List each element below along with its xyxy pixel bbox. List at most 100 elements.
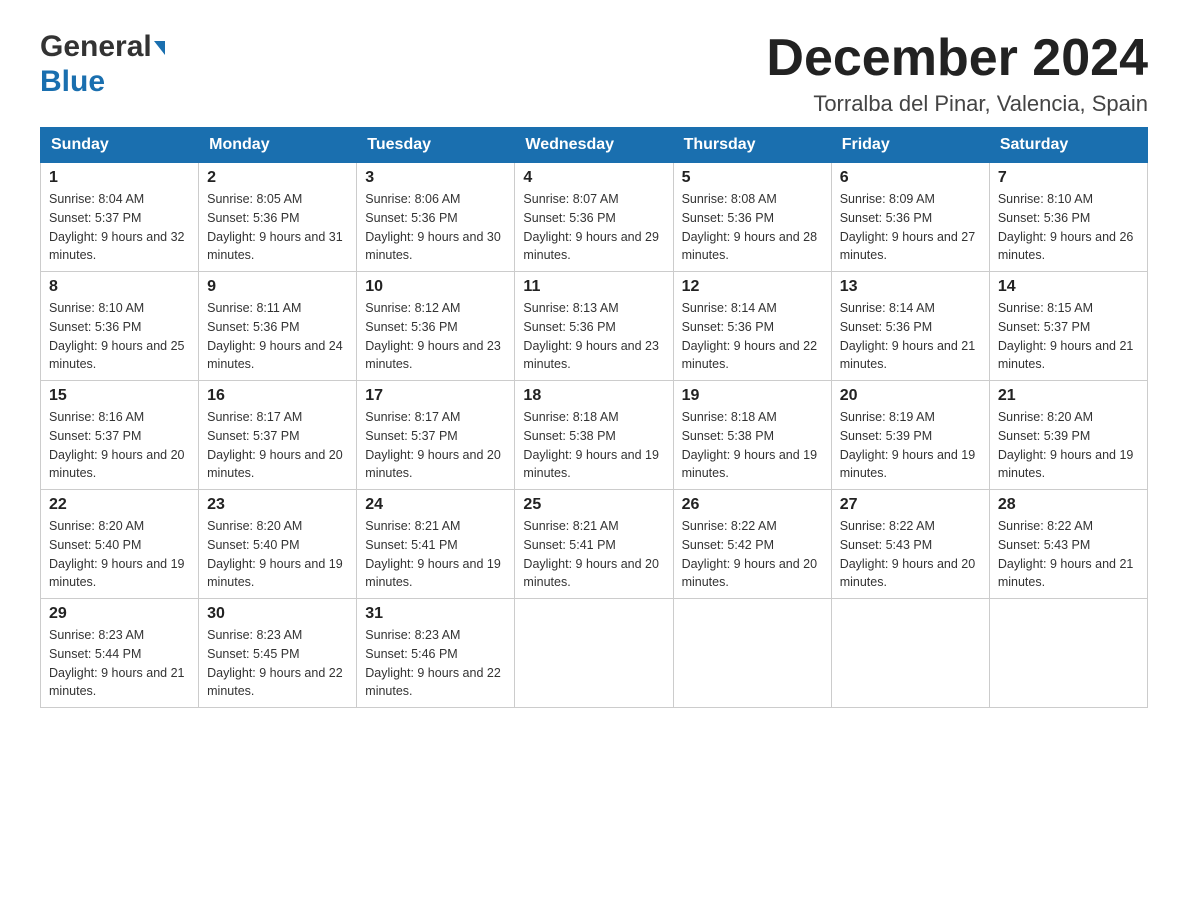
table-row: 8 Sunrise: 8:10 AM Sunset: 5:36 PM Dayli… xyxy=(41,272,199,381)
sunrise-label: Sunrise: 8:22 AM xyxy=(840,519,935,533)
sunset-label: Sunset: 5:39 PM xyxy=(840,429,932,443)
day-info: Sunrise: 8:04 AM Sunset: 5:37 PM Dayligh… xyxy=(49,190,190,265)
sunrise-label: Sunrise: 8:13 AM xyxy=(523,301,618,315)
day-number: 7 xyxy=(998,169,1139,187)
table-row: 9 Sunrise: 8:11 AM Sunset: 5:36 PM Dayli… xyxy=(199,272,357,381)
table-row: 10 Sunrise: 8:12 AM Sunset: 5:36 PM Dayl… xyxy=(357,272,515,381)
day-info: Sunrise: 8:17 AM Sunset: 5:37 PM Dayligh… xyxy=(365,408,506,483)
location-subtitle: Torralba del Pinar, Valencia, Spain xyxy=(766,91,1148,117)
sunset-label: Sunset: 5:37 PM xyxy=(365,429,457,443)
day-number: 27 xyxy=(840,496,981,514)
day-info: Sunrise: 8:23 AM Sunset: 5:45 PM Dayligh… xyxy=(207,626,348,701)
logo-general: General xyxy=(40,30,152,65)
day-number: 22 xyxy=(49,496,190,514)
day-number: 13 xyxy=(840,278,981,296)
day-info: Sunrise: 8:20 AM Sunset: 5:39 PM Dayligh… xyxy=(998,408,1139,483)
sunset-label: Sunset: 5:36 PM xyxy=(365,320,457,334)
sunrise-label: Sunrise: 8:22 AM xyxy=(998,519,1093,533)
day-number: 28 xyxy=(998,496,1139,514)
sunrise-label: Sunrise: 8:23 AM xyxy=(365,628,460,642)
table-row: 3 Sunrise: 8:06 AM Sunset: 5:36 PM Dayli… xyxy=(357,163,515,272)
sunrise-label: Sunrise: 8:18 AM xyxy=(523,410,618,424)
sunset-label: Sunset: 5:36 PM xyxy=(840,211,932,225)
sunset-label: Sunset: 5:36 PM xyxy=(682,211,774,225)
day-info: Sunrise: 8:07 AM Sunset: 5:36 PM Dayligh… xyxy=(523,190,664,265)
sunrise-label: Sunrise: 8:22 AM xyxy=(682,519,777,533)
daylight-label: Daylight: 9 hours and 21 minutes. xyxy=(840,339,976,372)
sunset-label: Sunset: 5:37 PM xyxy=(49,429,141,443)
sunrise-label: Sunrise: 8:05 AM xyxy=(207,192,302,206)
sunset-label: Sunset: 5:38 PM xyxy=(523,429,615,443)
sunrise-label: Sunrise: 8:23 AM xyxy=(207,628,302,642)
day-info: Sunrise: 8:13 AM Sunset: 5:36 PM Dayligh… xyxy=(523,299,664,374)
table-row: 26 Sunrise: 8:22 AM Sunset: 5:42 PM Dayl… xyxy=(673,490,831,599)
sunset-label: Sunset: 5:36 PM xyxy=(49,320,141,334)
sunrise-label: Sunrise: 8:08 AM xyxy=(682,192,777,206)
day-number: 9 xyxy=(207,278,348,296)
day-number: 14 xyxy=(998,278,1139,296)
sunset-label: Sunset: 5:45 PM xyxy=(207,647,299,661)
day-number: 1 xyxy=(49,169,190,187)
day-number: 18 xyxy=(523,387,664,405)
sunset-label: Sunset: 5:36 PM xyxy=(682,320,774,334)
day-number: 24 xyxy=(365,496,506,514)
sunset-label: Sunset: 5:41 PM xyxy=(523,538,615,552)
calendar-week-row: 22 Sunrise: 8:20 AM Sunset: 5:40 PM Dayl… xyxy=(41,490,1148,599)
sunrise-label: Sunrise: 8:16 AM xyxy=(49,410,144,424)
day-info: Sunrise: 8:18 AM Sunset: 5:38 PM Dayligh… xyxy=(682,408,823,483)
table-row xyxy=(515,599,673,708)
daylight-label: Daylight: 9 hours and 19 minutes. xyxy=(840,448,976,481)
day-info: Sunrise: 8:06 AM Sunset: 5:36 PM Dayligh… xyxy=(365,190,506,265)
daylight-label: Daylight: 9 hours and 20 minutes. xyxy=(207,448,343,481)
table-row: 5 Sunrise: 8:08 AM Sunset: 5:36 PM Dayli… xyxy=(673,163,831,272)
logo-triangle-icon xyxy=(154,41,165,55)
logo: General Blue xyxy=(40,30,165,99)
day-number: 6 xyxy=(840,169,981,187)
sunrise-label: Sunrise: 8:21 AM xyxy=(365,519,460,533)
calendar-header-row: Sunday Monday Tuesday Wednesday Thursday… xyxy=(41,128,1148,163)
table-row: 12 Sunrise: 8:14 AM Sunset: 5:36 PM Dayl… xyxy=(673,272,831,381)
sunrise-label: Sunrise: 8:12 AM xyxy=(365,301,460,315)
day-number: 29 xyxy=(49,605,190,623)
sunset-label: Sunset: 5:40 PM xyxy=(49,538,141,552)
table-row: 6 Sunrise: 8:09 AM Sunset: 5:36 PM Dayli… xyxy=(831,163,989,272)
day-info: Sunrise: 8:05 AM Sunset: 5:36 PM Dayligh… xyxy=(207,190,348,265)
table-row xyxy=(989,599,1147,708)
table-row xyxy=(831,599,989,708)
day-info: Sunrise: 8:10 AM Sunset: 5:36 PM Dayligh… xyxy=(998,190,1139,265)
header-thursday: Thursday xyxy=(673,128,831,163)
day-number: 21 xyxy=(998,387,1139,405)
day-info: Sunrise: 8:22 AM Sunset: 5:42 PM Dayligh… xyxy=(682,517,823,592)
header-sunday: Sunday xyxy=(41,128,199,163)
header-saturday: Saturday xyxy=(989,128,1147,163)
day-info: Sunrise: 8:23 AM Sunset: 5:46 PM Dayligh… xyxy=(365,626,506,701)
sunrise-label: Sunrise: 8:19 AM xyxy=(840,410,935,424)
table-row: 30 Sunrise: 8:23 AM Sunset: 5:45 PM Dayl… xyxy=(199,599,357,708)
table-row: 21 Sunrise: 8:20 AM Sunset: 5:39 PM Dayl… xyxy=(989,381,1147,490)
daylight-label: Daylight: 9 hours and 21 minutes. xyxy=(49,666,185,699)
sunrise-label: Sunrise: 8:18 AM xyxy=(682,410,777,424)
table-row: 29 Sunrise: 8:23 AM Sunset: 5:44 PM Dayl… xyxy=(41,599,199,708)
sunrise-label: Sunrise: 8:20 AM xyxy=(49,519,144,533)
daylight-label: Daylight: 9 hours and 21 minutes. xyxy=(998,557,1134,590)
daylight-label: Daylight: 9 hours and 23 minutes. xyxy=(365,339,501,372)
daylight-label: Daylight: 9 hours and 32 minutes. xyxy=(49,230,185,263)
sunrise-label: Sunrise: 8:17 AM xyxy=(365,410,460,424)
table-row: 1 Sunrise: 8:04 AM Sunset: 5:37 PM Dayli… xyxy=(41,163,199,272)
sunset-label: Sunset: 5:41 PM xyxy=(365,538,457,552)
page-header: General Blue December 2024 Torralba del … xyxy=(40,30,1148,117)
day-number: 17 xyxy=(365,387,506,405)
daylight-label: Daylight: 9 hours and 21 minutes. xyxy=(998,339,1134,372)
daylight-label: Daylight: 9 hours and 22 minutes. xyxy=(682,339,818,372)
daylight-label: Daylight: 9 hours and 19 minutes. xyxy=(523,448,659,481)
day-number: 10 xyxy=(365,278,506,296)
sunrise-label: Sunrise: 8:23 AM xyxy=(49,628,144,642)
day-info: Sunrise: 8:22 AM Sunset: 5:43 PM Dayligh… xyxy=(840,517,981,592)
calendar-week-row: 8 Sunrise: 8:10 AM Sunset: 5:36 PM Dayli… xyxy=(41,272,1148,381)
daylight-label: Daylight: 9 hours and 19 minutes. xyxy=(207,557,343,590)
sunset-label: Sunset: 5:37 PM xyxy=(49,211,141,225)
sunset-label: Sunset: 5:36 PM xyxy=(523,320,615,334)
daylight-label: Daylight: 9 hours and 26 minutes. xyxy=(998,230,1134,263)
table-row: 25 Sunrise: 8:21 AM Sunset: 5:41 PM Dayl… xyxy=(515,490,673,599)
day-info: Sunrise: 8:14 AM Sunset: 5:36 PM Dayligh… xyxy=(682,299,823,374)
